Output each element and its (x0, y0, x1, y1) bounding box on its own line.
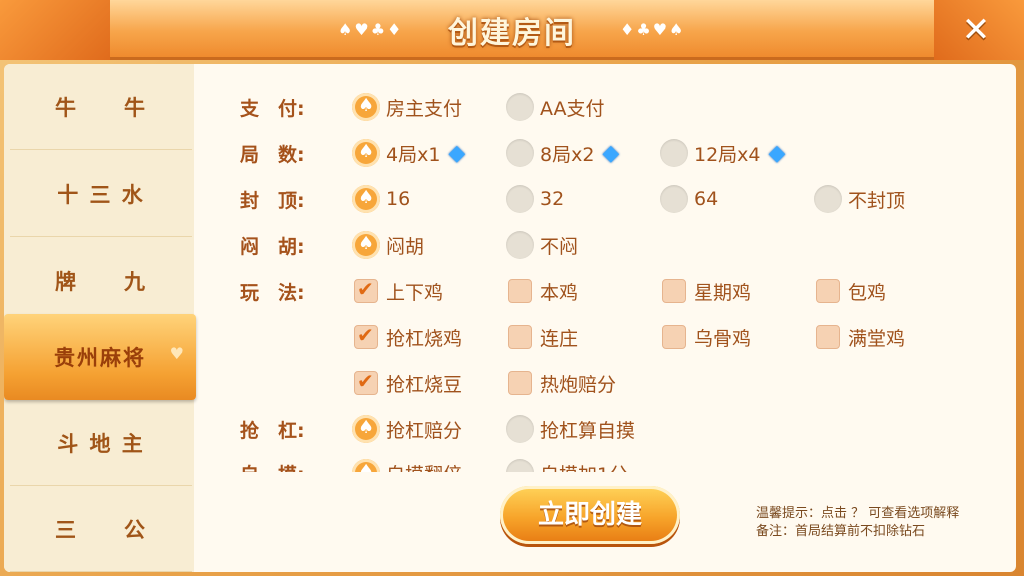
option-wuguji[interactable]: 乌骨鸡 (662, 322, 751, 352)
zimo-label: 自 摸: (240, 460, 330, 472)
checkbox-icon (508, 371, 532, 395)
radio-selected-icon (352, 459, 380, 472)
sidebar-item-label: 十 三 水 (57, 182, 145, 207)
option-bumen[interactable]: 不闷 (506, 230, 578, 260)
payment-label: 支 付: (240, 98, 305, 120)
diamond-icon: ◆ (768, 140, 786, 166)
option-mantangji[interactable]: 满堂鸡 (816, 322, 905, 352)
game-background: ♠♥♣♦ 创建房间 ♦♣♥♠ ✕ 牛 牛 十 三 水 牌 九 贵州麻将 ♥ 斗 … (0, 0, 1024, 576)
option-xingqiji[interactable]: 星期鸡 (662, 276, 751, 306)
diamond-icon: ◆ (448, 140, 466, 166)
sidebar-item-niuniu[interactable]: 牛 牛 (10, 64, 192, 150)
diamond-icon: ◆ (602, 140, 620, 166)
radio-icon (506, 459, 534, 472)
radio-icon (506, 139, 534, 167)
sidebar-item-label: 贵州麻将 (54, 346, 146, 370)
checkbox-icon (508, 325, 532, 349)
option-rounds-4[interactable]: 4局x1◆ (352, 138, 465, 168)
option-cap-32[interactable]: 32 (506, 184, 564, 214)
option-shangxiaji[interactable]: 上下鸡 (354, 276, 443, 306)
cap-label: 封 顶: (240, 190, 305, 212)
note-text: 备注：首局结算前不扣除钻石 (756, 524, 926, 539)
option-aa-pay[interactable]: AA支付 (506, 92, 605, 122)
heart-icon: ♥ (169, 344, 186, 363)
checkbox-icon (816, 279, 840, 303)
option-rounds-8[interactable]: 8局x2 ◆ (506, 138, 619, 168)
sidebar-item-shisanshui[interactable]: 十 三 水 (10, 151, 192, 237)
radio-icon (506, 231, 534, 259)
option-lianzhuang[interactable]: 连庄 (508, 322, 578, 352)
checkbox-icon (816, 325, 840, 349)
option-cap-none[interactable]: 不封顶 (814, 184, 905, 214)
options-list: 支 付: 房主支付 AA支付 局 数: 4局x1◆ 8局x2◆ 12局x4◆ 封… (194, 64, 1016, 472)
qianggang-label: 抢 杠: (240, 420, 305, 442)
option-zimo-double[interactable]: 自摸翻倍 (352, 458, 462, 472)
option-fangzhu-pay[interactable]: 房主支付 (352, 92, 462, 122)
radio-icon (814, 185, 842, 213)
rounds-label: 局 数: (240, 144, 305, 166)
option-rounds-12[interactable]: 12局x4 ◆ (660, 138, 785, 168)
sidebar-item-sangong[interactable]: 三 公 (10, 486, 192, 572)
radio-icon (506, 415, 534, 443)
radio-icon (660, 185, 688, 213)
option-qianggang-zimo[interactable]: 抢杠算自摸 (506, 414, 635, 444)
page-title: 创建房间 (448, 16, 576, 51)
radio-selected-icon (352, 185, 380, 213)
game-type-sidebar: 牛 牛 十 三 水 牌 九 贵州麻将 ♥ 斗 地 主 三 公 (4, 64, 196, 572)
option-baoji[interactable]: 包鸡 (816, 276, 886, 306)
checkbox-icon (508, 279, 532, 303)
create-room-button[interactable]: 立即创建 (500, 486, 680, 544)
header-bar: ♠♥♣♦ 创建房间 ♦♣♥♠ ✕ (0, 0, 1024, 60)
sidebar-item-label: 斗 地 主 (57, 431, 145, 456)
option-qianggang-shaodou[interactable]: 抢杠烧豆 (354, 368, 462, 398)
radio-icon (506, 93, 534, 121)
option-qianggang-peifen[interactable]: 抢杠赔分 (352, 414, 462, 444)
option-repao-peifen[interactable]: 热炮赔分 (508, 368, 616, 398)
option-qianggang-shaoji[interactable]: 抢杠烧鸡 (354, 322, 462, 352)
play-label: 玩 法: (240, 282, 305, 304)
checkbox-icon (662, 279, 686, 303)
checkbox-checked-icon (354, 323, 378, 349)
radio-icon (506, 185, 534, 213)
option-zimo-plus1[interactable]: 自摸加1分 (506, 458, 628, 472)
radio-selected-icon (352, 93, 380, 121)
option-menhu[interactable]: 闷胡 (352, 230, 424, 260)
menhu-label: 闷 胡: (240, 236, 305, 258)
close-icon[interactable]: ✕ (956, 10, 996, 50)
sidebar-item-label: 牛 牛 (55, 95, 147, 120)
checkbox-checked-icon (354, 369, 378, 395)
option-cap-16[interactable]: 16 (352, 184, 410, 214)
sidebar-item-doudizhu[interactable]: 斗 地 主 (10, 400, 192, 486)
sidebar-item-label: 牌 九 (55, 269, 147, 294)
radio-selected-icon (352, 231, 380, 259)
radio-selected-icon (352, 139, 380, 167)
checkbox-checked-icon (354, 277, 378, 303)
option-benji[interactable]: 本鸡 (508, 276, 578, 306)
checkbox-icon (662, 325, 686, 349)
sidebar-item-guizhou-mahjong[interactable]: 贵州麻将 ♥ (4, 314, 196, 400)
option-cap-64[interactable]: 64 (660, 184, 718, 214)
radio-icon (660, 139, 688, 167)
sidebar-item-label: 三 公 (55, 517, 147, 542)
suits-decoration-right: ♦♣♥♠ (620, 20, 686, 39)
tip-text: 温馨提示：点击 ？ 可查看选项解释 (756, 506, 960, 521)
radio-selected-icon (352, 415, 380, 443)
sidebar-item-paijiu[interactable]: 牌 九 (10, 238, 192, 324)
